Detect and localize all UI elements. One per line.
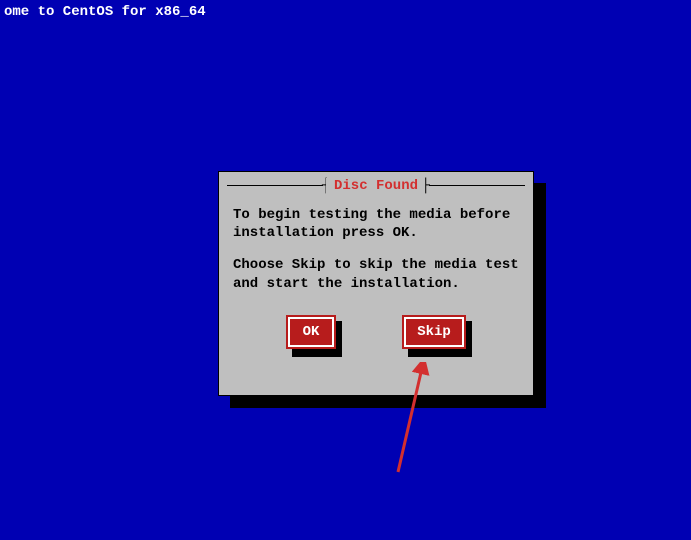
- title-bracket-right: ├: [422, 178, 430, 194]
- dialog-paragraph-1: To begin testing the media before instal…: [233, 206, 519, 242]
- ok-button[interactable]: OK: [286, 315, 336, 349]
- dialog-title-row: ┤ Disc Found ├: [219, 178, 533, 194]
- dialog-paragraph-2: Choose Skip to skip the media test and s…: [233, 256, 519, 292]
- ok-button-wrapper: OK: [286, 315, 336, 349]
- skip-button[interactable]: Skip: [402, 315, 466, 349]
- title-line-left: [227, 185, 323, 186]
- dialog-container: ┤ Disc Found ├ To begin testing the medi…: [218, 171, 534, 396]
- dialog-title: Disc Found: [326, 178, 426, 194]
- skip-button-label: Skip: [404, 317, 464, 347]
- disc-found-dialog: ┤ Disc Found ├ To begin testing the medi…: [218, 171, 534, 396]
- skip-button-wrapper: Skip: [402, 315, 466, 349]
- ok-button-label: OK: [288, 317, 334, 347]
- dialog-body: To begin testing the media before instal…: [219, 194, 533, 361]
- title-line-right: [429, 185, 525, 186]
- button-row: OK Skip: [233, 307, 519, 349]
- welcome-header: ome to CentOS for x86_64: [0, 0, 691, 24]
